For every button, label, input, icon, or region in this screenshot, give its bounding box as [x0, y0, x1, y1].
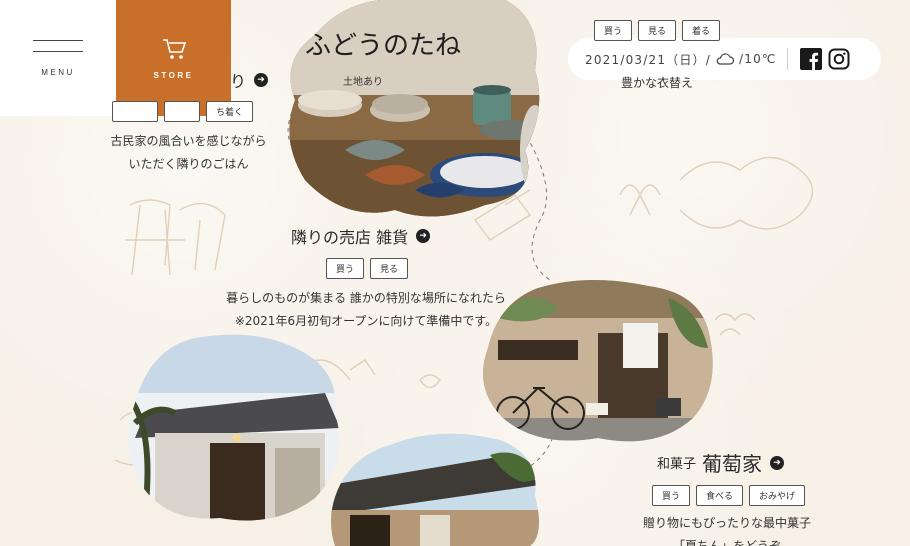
menu-label: MENU [41, 67, 75, 77]
tag[interactable] [164, 101, 200, 122]
shop-title-zakka[interactable]: 隣りの売店 雑貨 ➜ [291, 224, 431, 248]
arrow-right-icon[interactable]: ➜ [254, 73, 269, 87]
description-wagashi: 贈り物にもぴったりな最中菓子 「夏ちん」をどうぞ [626, 512, 828, 546]
description-line: 「夏ちん」をどうぞ [672, 539, 781, 546]
shop-title-wagashi[interactable]: 和菓子 葡萄家 ➜ [657, 448, 785, 477]
tag[interactable]: 見る [638, 20, 677, 41]
tags-zakka: 買う 見る [326, 258, 409, 279]
tag[interactable]: 買う [652, 485, 691, 506]
tags-top-left: ち着く [112, 101, 254, 122]
sign-text: ふどうのたね [305, 31, 462, 61]
facebook-icon[interactable] [799, 48, 822, 70]
tags-wagashi: 買う 食べる おみやげ [652, 485, 806, 506]
store-label: STORE [153, 70, 194, 80]
cloud-icon [716, 53, 735, 65]
shop-title-fragment: り [230, 72, 247, 91]
shop-title: 隣りの売店 雑貨 [291, 228, 409, 247]
tag[interactable]: 買う [594, 20, 633, 41]
description-line: いただく隣りのごはん [128, 157, 249, 171]
tags-top-right: 買う 見る 着る [594, 20, 721, 41]
house-photo[interactable] [330, 425, 540, 546]
description-zakka: 暮らしのものが集まる 誰かの特別な場所になれたら ※2021年6月初旬オープンに… [220, 287, 512, 333]
shop-category: 和菓子 [657, 457, 697, 472]
shop-title-top-left[interactable]: り ➜ [230, 68, 269, 92]
cart-icon [162, 38, 186, 59]
description-line: 古民家の風合いを感じながら [110, 134, 267, 148]
store-button[interactable]: STORE [116, 0, 231, 116]
tag[interactable]: おみやげ [749, 485, 806, 506]
shop-title: 葡萄家 [702, 452, 763, 476]
tag[interactable]: 買う [326, 258, 365, 279]
restaurant-photo[interactable] [125, 333, 350, 528]
shop-sign-text: ふどうのたね [305, 25, 461, 62]
description-line: 暮らしのものが集まる 誰かの特別な場所になれたら [226, 291, 506, 305]
tag[interactable]: 食べる [696, 485, 744, 506]
tag[interactable] [112, 101, 158, 122]
description-line: 贈り物にもぴったりな最中菓子 [642, 516, 811, 530]
description-line: 豊かな衣替え [620, 76, 693, 90]
arrow-right-icon[interactable]: ➜ [770, 455, 785, 470]
sign-subtext: 土地あり [343, 77, 383, 88]
description-top-left: 古民家の風合いを感じながら いただく隣りのごはん [107, 130, 270, 176]
hamburger-icon [33, 39, 83, 54]
divider [786, 48, 788, 70]
menu-button[interactable]: MENU [0, 0, 116, 116]
arrow-right-icon[interactable]: ➜ [416, 229, 431, 243]
temperature-text: /10℃ [739, 52, 777, 66]
tag[interactable]: ち着く [206, 101, 254, 122]
shop-sign-subtext: 土地あり [343, 73, 383, 88]
date-text: 2021/03/21（日）/ [585, 52, 712, 67]
tag[interactable]: 着る [682, 20, 721, 41]
description-line: ※2021年6月初旬オープンに向けて準備中です。 [234, 314, 498, 328]
instagram-icon[interactable] [828, 48, 850, 70]
tag[interactable]: 見る [370, 258, 409, 279]
description-top-right: 豊かな衣替え [612, 72, 702, 95]
